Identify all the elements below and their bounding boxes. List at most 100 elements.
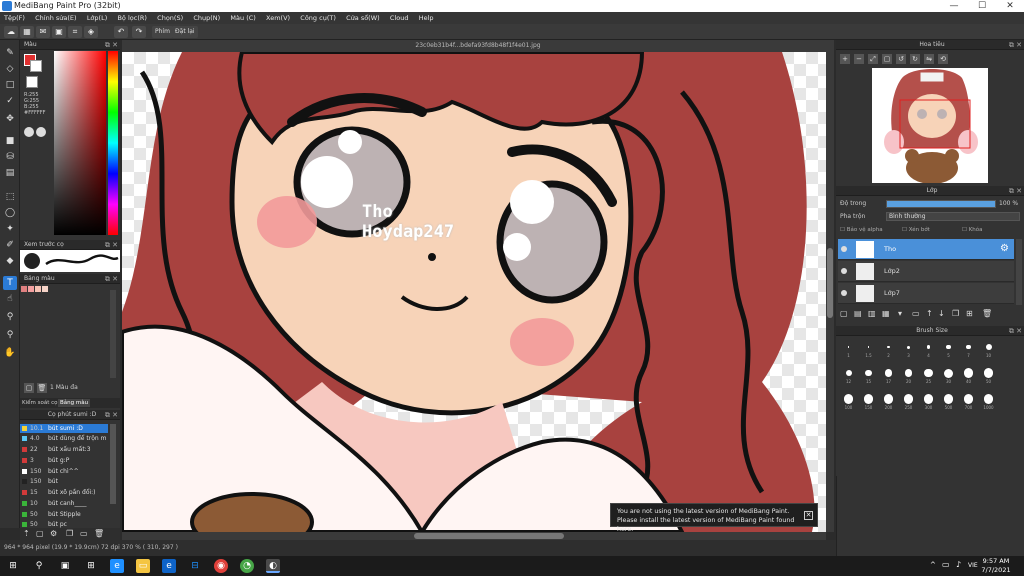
brush-size-option[interactable]: 40 (960, 366, 977, 384)
gradient-tool-icon[interactable]: ▤ (3, 166, 17, 180)
layer-settings-gear-icon[interactable]: ⚙ (1000, 243, 1009, 254)
file-explorer-icon[interactable]: ▭ (136, 559, 150, 573)
magic-wand-icon[interactable]: ✦ (3, 222, 17, 236)
tab-brush-control[interactable]: Kiểm soát cọ (22, 398, 58, 408)
hand-tool-icon[interactable]: ✋ (3, 346, 17, 360)
bucket-tool-icon[interactable]: ⛁ (3, 150, 17, 164)
canvas-vertical-scrollbar[interactable] (826, 52, 834, 532)
duplicate-icon[interactable]: ❐ (66, 529, 73, 538)
brush-size-option[interactable]: 15 (860, 366, 877, 384)
close-button[interactable]: ✕ (996, 0, 1024, 12)
palette-icon[interactable]: ◈ (84, 26, 98, 38)
palette-swatch-1[interactable] (21, 286, 27, 292)
rotate-right-icon[interactable]: ↻ (910, 54, 920, 64)
tab-palette[interactable]: Bảng màu (58, 399, 91, 407)
panel-close-icon[interactable]: ⧉ ✕ (105, 240, 118, 250)
brush-size-option[interactable]: 1.5 (860, 340, 877, 358)
zoom-out-icon[interactable]: − (854, 54, 864, 64)
palette-swatch-2[interactable] (28, 286, 34, 292)
clock[interactable]: 9:57 AM 7/7/2021 (976, 557, 1016, 575)
layer-folder-icon[interactable]: ▭ (912, 309, 920, 318)
visibility-eye-icon[interactable] (841, 268, 847, 274)
start-windows-icon[interactable]: ⊞ (6, 559, 20, 573)
brush-item[interactable]: 150 bút chì^^ (20, 467, 108, 476)
brush-size-option[interactable]: 1000 (980, 392, 997, 410)
menu-layer[interactable]: Lớp(L) (83, 12, 111, 24)
check-tool-icon[interactable]: ✓ (3, 94, 17, 108)
reset-button[interactable]: Đặt lại (172, 26, 198, 38)
palette-swatch-3[interactable] (35, 286, 41, 292)
brush-size-option[interactable]: 1 (840, 340, 857, 358)
brush-size-option[interactable]: 10 (980, 340, 997, 358)
chrome-icon[interactable]: ◉ (214, 559, 228, 573)
horizontal-scroll-thumb[interactable] (414, 533, 564, 539)
brush-item[interactable]: 10 bút canh____ (20, 499, 108, 508)
brush-item[interactable]: 50 bút pc (20, 520, 108, 528)
shape-tool-icon[interactable]: □ (3, 78, 17, 92)
menu-tools[interactable]: Công cụ(T) (296, 12, 340, 24)
brush-item[interactable]: 22 bút xấu mất:3 (20, 445, 108, 454)
brush-size-option[interactable]: 20 (900, 366, 917, 384)
delete-palette-icon[interactable]: 🗑 (37, 383, 47, 393)
panel-close-icon[interactable]: ⧉ ✕ (1009, 40, 1022, 50)
brush-size-option[interactable]: 700 (960, 392, 977, 410)
task-view-icon[interactable]: ▣ (58, 559, 72, 573)
image-icon[interactable]: ▣ (52, 26, 66, 38)
select-pen-icon[interactable]: ✐ (3, 238, 17, 252)
brush-size-option[interactable]: 100 (840, 392, 857, 410)
tray-up-arrow-icon[interactable]: ^ (930, 561, 936, 569)
brush-item[interactable]: 150 bút (20, 477, 108, 486)
brush-size-option[interactable]: 500 (940, 392, 957, 410)
undo-icon[interactable]: ↶ (114, 26, 128, 38)
new-1bit-layer-icon[interactable]: ▦ (882, 309, 890, 318)
brush-size-option[interactable]: 25 (920, 366, 937, 384)
brush-size-option[interactable]: 30 (940, 366, 957, 384)
store-icon[interactable]: ⊟ (188, 559, 202, 573)
move-up-icon[interactable]: ↑ (926, 309, 933, 318)
medibang-taskbar-icon[interactable]: ◐ (266, 559, 280, 573)
menu-cloud[interactable]: Cloud (386, 12, 413, 24)
brush-size-option[interactable]: 150 (860, 392, 877, 410)
rotate-left-icon[interactable]: ↺ (896, 54, 906, 64)
flip-icon[interactable]: ⇋ (924, 54, 934, 64)
maximize-button[interactable]: ☐ (968, 0, 996, 12)
brush-item[interactable]: 3 bút g:P (20, 456, 108, 465)
brush-item[interactable]: 50 bút Stipple (20, 510, 108, 519)
document-tab[interactable]: 23c0eb31b4f...bdefa93fd8b48f1f4e01.jpg (122, 40, 834, 52)
menu-snap[interactable]: Chụp(N) (189, 12, 224, 24)
brush-size-option[interactable]: 2 (880, 340, 897, 358)
navigator-thumbnail[interactable] (872, 68, 988, 183)
edge-icon[interactable]: e (110, 559, 124, 573)
text-tool-icon[interactable]: T (3, 276, 17, 290)
actual-size-icon[interactable]: ▢ (882, 54, 892, 64)
vertical-scroll-thumb[interactable] (827, 248, 833, 318)
windows-icon[interactable]: ⊞ (84, 559, 98, 573)
move-toggle[interactable]: Phím (152, 26, 173, 38)
cloud-icon[interactable]: ☁ (4, 26, 18, 38)
color-wheel-icon[interactable] (36, 127, 46, 137)
brush-size-option[interactable]: 5 (940, 340, 957, 358)
panel-close-icon[interactable]: ⧉ ✕ (105, 410, 118, 420)
dropper-alt-icon[interactable]: ⚲ (3, 328, 17, 342)
notice-line-2[interactable]: Please install the latest version of Med… (617, 516, 811, 534)
new-palette-icon[interactable]: ▢ (24, 383, 34, 393)
brush-item[interactable]: 10.1 bút sumi :D (20, 424, 108, 433)
clipping-checkbox[interactable]: ☐ Xén bớt (902, 227, 930, 233)
brush-item[interactable]: 4.0 bút dùng để trộn m (20, 434, 108, 443)
brush-size-option[interactable]: 17 (880, 366, 897, 384)
layer-row[interactable]: Lớp2 (838, 261, 1014, 282)
fit-icon[interactable]: ⤢ (868, 54, 878, 64)
folder-icon[interactable]: ▭ (80, 529, 88, 538)
add-brush-icon[interactable]: ▢ (36, 529, 44, 538)
delete-brush-icon[interactable]: 🗑 (94, 529, 104, 538)
background-color-swatch[interactable] (30, 60, 42, 72)
lock-checkbox[interactable]: ☐ Khóa (962, 227, 983, 233)
menu-color[interactable]: Màu (C) (226, 12, 259, 24)
menu-select[interactable]: Chọn(S) (153, 12, 187, 24)
notice-close-icon[interactable]: ✕ (804, 511, 813, 520)
minimize-button[interactable]: — (940, 0, 968, 12)
brush-size-option[interactable]: 3 (900, 340, 917, 358)
brush-size-option[interactable]: 250 (900, 392, 917, 410)
palette-swatch-4[interactable] (42, 286, 48, 292)
saturation-value-picker[interactable] (54, 51, 106, 235)
